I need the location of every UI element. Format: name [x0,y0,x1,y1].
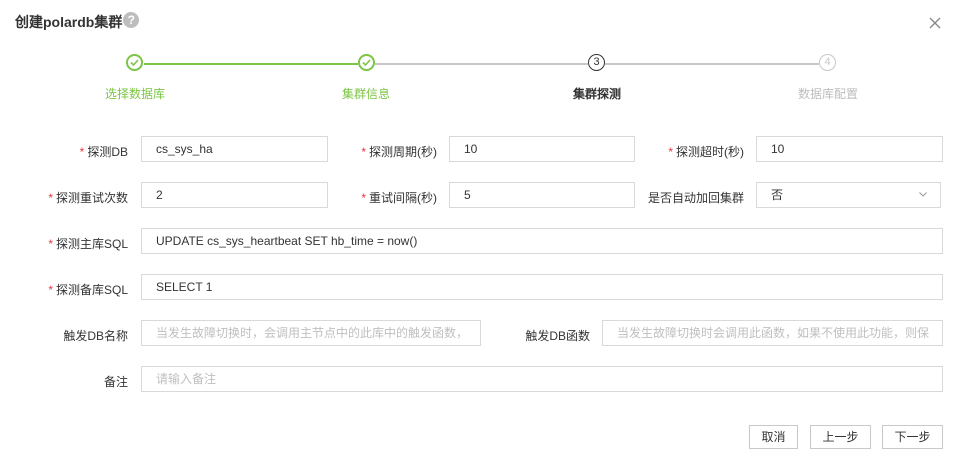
probe-period-input[interactable]: 10 [449,136,635,162]
trigger-db-label: 触发DB名称 [63,329,128,343]
wizard-steps: 3 4 选择数据库 集群信息 集群探测 数据库配置 [0,52,963,112]
required-mark: * [361,145,366,159]
retry-interval-input[interactable]: 5 [449,182,635,208]
step-4-label: 数据库配置 [797,87,859,101]
step-2-check-icon [358,54,375,71]
step-1-check-icon [126,54,143,71]
probe-retries-label: * 探测重试次数 [48,191,128,205]
next-step-button[interactable]: 下一步 [882,425,943,449]
step-3-marker: 3 [588,54,605,71]
step-2-label: 集群信息 [341,87,391,101]
close-icon[interactable] [927,15,943,31]
primary-sql-input[interactable]: UPDATE cs_sys_heartbeat SET hb_time = no… [141,228,943,254]
cancel-button[interactable]: 取消 [749,425,798,449]
create-polardb-cluster-dialog: 创建polardb集群? 3 4 选择数据库 集群信息 集群探测 数据库配置 *… [0,0,963,467]
step-connector [144,63,358,65]
retry-interval-label: * 重试间隔(秒) [361,191,437,205]
step-1-label: 选择数据库 [104,87,166,101]
probe-timeout-input[interactable]: 10 [756,136,943,162]
required-mark: * [361,191,366,205]
required-mark: * [48,237,53,251]
probe-db-input[interactable]: cs_sys_ha [141,136,328,162]
trigger-func-label: 触发DB函数 [525,329,590,343]
auto-rejoin-value: 否 [771,188,784,202]
auto-rejoin-select[interactable]: 否 [756,182,941,208]
probe-db-label: * 探测DB [79,145,128,159]
probe-timeout-label: * 探测超时(秒) [668,145,744,159]
dialog-title: 创建polardb集群? [15,12,140,32]
required-mark: * [79,145,85,159]
step-4-marker: 4 [819,54,836,71]
step-connector [375,63,588,65]
step-3-label: 集群探测 [572,87,622,101]
remark-input[interactable]: 请输入备注 [141,366,943,392]
trigger-func-input[interactable]: 当发生故障切换时会调用此函数，如果不使用此功能，则保 [602,320,943,346]
probe-retries-input[interactable]: 2 [141,182,328,208]
prev-step-button[interactable]: 上一步 [810,425,871,449]
required-mark: * [48,283,53,297]
standby-sql-label: * 探测备库SQL [48,283,128,297]
trigger-db-input[interactable]: 当发生故障切换时，会调用主节点中的此库中的触发函数， [141,320,481,346]
required-mark: * [48,191,53,205]
standby-sql-input[interactable]: SELECT 1 [141,274,943,300]
probe-period-label: * 探测周期(秒) [361,145,437,159]
help-icon[interactable]: ? [123,12,140,28]
primary-sql-label: * 探测主库SQL [48,237,128,251]
chevron-down-icon [919,192,927,197]
dialog-title-text: 创建polardb集群 [15,14,123,30]
remark-label: 备注 [103,375,128,389]
auto-rejoin-label: 是否自动加回集群 [647,191,744,205]
step-connector [605,63,819,65]
required-mark: * [668,145,673,159]
